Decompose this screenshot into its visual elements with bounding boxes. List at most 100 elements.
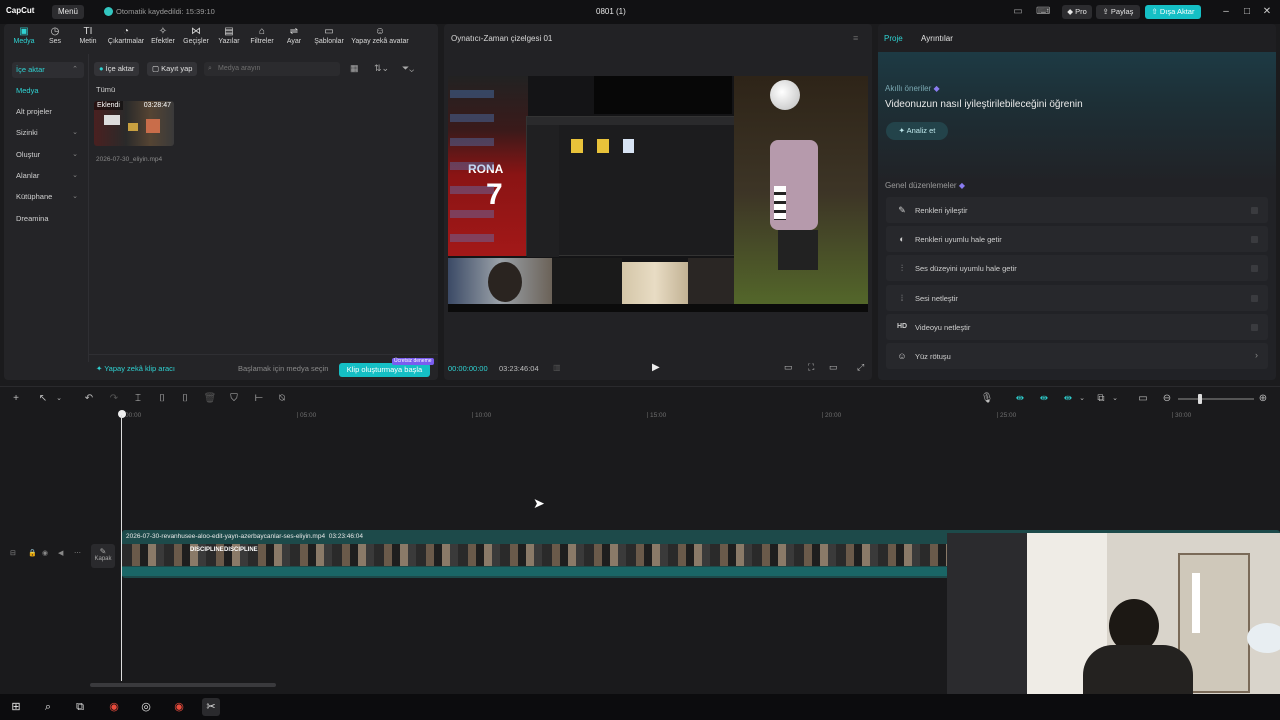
- link-main-icon[interactable]: ⇹: [1013, 392, 1027, 406]
- redo-icon[interactable]: ↷: [107, 392, 121, 406]
- trim-icon[interactable]: ⊢: [252, 392, 266, 406]
- split-right-icon[interactable]: ⌷: [178, 392, 192, 406]
- details-header: Proje Ayrıntılar: [878, 24, 1276, 52]
- close-icon[interactable]: ✕: [1259, 5, 1275, 19]
- match-colors-item[interactable]: ◐ Renkleri uyumlu hale getir: [886, 226, 1268, 252]
- freeze-icon[interactable]: ⍉: [275, 392, 289, 406]
- delete-icon[interactable]: 🗑: [203, 392, 217, 406]
- windows-start-icon[interactable]: ⊞: [7, 698, 25, 716]
- split-left-icon[interactable]: ⌷: [155, 392, 169, 406]
- preview-axis-icon[interactable]: ⧉: [1094, 392, 1108, 406]
- face-retouch-item[interactable]: ☺ Yüz rötuşu ›: [886, 343, 1268, 369]
- timeline-scrollbar[interactable]: [90, 683, 276, 687]
- create-clip-button[interactable]: Klip oluşturmaya başla: [339, 363, 430, 377]
- layout-icon[interactable]: ▭: [1011, 6, 1025, 18]
- chevron-down-icon[interactable]: ⌄: [1108, 392, 1122, 406]
- search-icon[interactable]: ⌕: [39, 698, 57, 716]
- minimize-icon[interactable]: –: [1218, 5, 1234, 19]
- maximize-icon[interactable]: □: [1239, 5, 1255, 19]
- thumb-frame: [146, 119, 160, 133]
- menu-button[interactable]: Menü: [52, 5, 84, 19]
- enhance-video-item[interactable]: HD Videoyu netleştir: [886, 314, 1268, 340]
- filter-all[interactable]: Tümü: [96, 85, 115, 94]
- export-button[interactable]: ⇧ Dışa Aktar: [1145, 5, 1201, 19]
- ai-clip-tool[interactable]: ✦ Yapay zekâ klip aracı: [96, 364, 175, 373]
- zoom-slider[interactable]: [1178, 398, 1254, 400]
- webcam-fan: [1247, 623, 1280, 653]
- microphone-icon[interactable]: 🎙: [980, 392, 994, 406]
- tab-details[interactable]: Ayrıntılar: [921, 34, 953, 43]
- eye-icon[interactable]: ◉: [42, 549, 48, 557]
- project-title[interactable]: 0801 (1): [596, 7, 626, 16]
- more-icon[interactable]: ⋯: [74, 549, 81, 557]
- select-tool-icon[interactable]: ↖: [36, 392, 50, 406]
- caption-icon[interactable]: ▭: [1136, 392, 1150, 406]
- ratio-icon[interactable]: ▭: [829, 362, 838, 373]
- audio-mute-icon[interactable]: ◀: [58, 549, 63, 557]
- sidebar-item-import[interactable]: İçe aktar ⌃: [12, 62, 84, 78]
- tool-ai-avatar[interactable]: ☺ Yapay zekâ avatar: [348, 26, 412, 52]
- chevron-down-icon[interactable]: ⌄: [52, 392, 66, 406]
- tool-stickers[interactable]: ◔ Çıkartmalar: [106, 26, 146, 52]
- chevron-down-icon: ⌄: [72, 193, 78, 200]
- tool-templates[interactable]: ▭ Şablonlar: [309, 26, 349, 52]
- linkage-icon[interactable]: ⇹: [1061, 392, 1075, 406]
- enhance-voice-item[interactable]: ⦙ Sesi netleştir: [886, 285, 1268, 311]
- crop-icon[interactable]: ⛶: [808, 362, 814, 373]
- tab-project[interactable]: Proje: [884, 34, 903, 43]
- undo-icon[interactable]: ↶: [82, 392, 96, 406]
- chrome-icon[interactable]: ◉: [170, 698, 188, 716]
- zoom-slider-handle[interactable]: [1198, 394, 1202, 404]
- grid-view-icon[interactable]: ▦: [350, 63, 359, 74]
- sort-icon[interactable]: ⇅⌄: [374, 63, 389, 74]
- share-button[interactable]: ⇪ Paylaş: [1096, 5, 1140, 19]
- play-icon[interactable]: ▶: [652, 362, 660, 373]
- zoom-out-icon[interactable]: ⊖: [1160, 392, 1174, 406]
- capcut-icon[interactable]: ✂: [202, 698, 220, 716]
- ruler-label: 05:00: [300, 412, 317, 419]
- mark-icon[interactable]: ⛉: [227, 392, 241, 406]
- chrome-icon[interactable]: ◉: [105, 698, 123, 716]
- toggle-square: [1251, 265, 1258, 272]
- add-track-icon[interactable]: +: [9, 392, 23, 406]
- tool-text[interactable]: TI Metin: [68, 26, 108, 52]
- import-button[interactable]: ● İçe aktar: [94, 62, 140, 76]
- lock-icon[interactable]: 🔒: [28, 549, 37, 557]
- preview-screen[interactable]: RONA 7: [448, 76, 868, 312]
- tool-adjust[interactable]: ⇌ Ayar: [274, 26, 314, 52]
- playhead-handle[interactable]: [118, 410, 126, 418]
- thumb-duration: 03:28:47: [143, 102, 171, 109]
- player-menu-icon[interactable]: ≡: [853, 33, 858, 43]
- sidebar-item-spaces[interactable]: Alanlar ⌄: [12, 168, 84, 184]
- cover-button[interactable]: ✎ Kapak: [91, 544, 115, 568]
- enhance-colors-item[interactable]: ✎ Renkleri iyileştir: [886, 197, 1268, 223]
- filter-icon[interactable]: ⏷⌄: [402, 63, 414, 74]
- sidebar-item-yours[interactable]: Sizinki ⌄: [12, 125, 84, 141]
- record-button[interactable]: ▢ Kayıt yap: [147, 62, 198, 76]
- fullscreen-icon[interactable]: ⤢: [857, 362, 864, 373]
- webcam-overlay: [947, 533, 1280, 720]
- shortcuts-icon[interactable]: ⌨: [1036, 6, 1050, 18]
- track-lock-icon[interactable]: ⊟: [10, 549, 16, 557]
- obs-icon[interactable]: ◎: [137, 698, 155, 716]
- current-timecode: 00:00:00:00: [448, 364, 488, 373]
- task-view-icon[interactable]: ⧉: [71, 698, 89, 716]
- sidebar-item-media[interactable]: Medya: [12, 83, 84, 99]
- normalize-volume-item[interactable]: ⫶ Ses düzeyini uyumlu hale getir: [886, 255, 1268, 281]
- magic-wand-icon: ✎: [898, 205, 906, 215]
- zoom-in-icon[interactable]: ⊕: [1256, 392, 1270, 406]
- sidebar-item-library[interactable]: Kütüphane ⌄: [12, 189, 84, 205]
- chevron-down-icon[interactable]: ⌄: [1075, 392, 1089, 406]
- quality-icon[interactable]: ▭: [784, 362, 793, 373]
- timecode-icon[interactable]: ▥: [553, 363, 561, 372]
- sidebar-item-subprojects[interactable]: Alt projeler: [12, 104, 84, 120]
- sidebar-item-dreamina[interactable]: Dreamina: [12, 211, 84, 227]
- split-icon[interactable]: ⌶: [131, 392, 145, 406]
- pro-button[interactable]: ◆ Pro: [1062, 5, 1092, 19]
- capcut-logo: CapCut: [6, 6, 35, 15]
- media-search-input[interactable]: ⌕ Medya arayın: [204, 62, 340, 76]
- magnet-icon[interactable]: ⇹: [1037, 392, 1051, 406]
- media-thumbnail[interactable]: Eklendi 03:28:47: [94, 101, 174, 146]
- sidebar-item-create[interactable]: Oluştur ⌄: [12, 147, 84, 163]
- analyze-button[interactable]: ✦ Analiz et: [886, 122, 948, 140]
